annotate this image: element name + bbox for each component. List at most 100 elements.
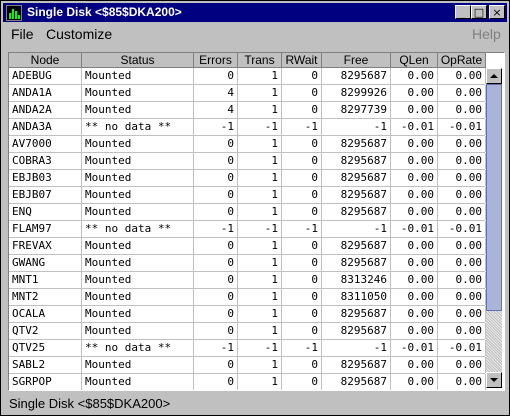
cell-node: FLAM97 <box>9 221 82 237</box>
cell-trans: 1 <box>238 204 282 220</box>
maximize-button[interactable]: □ <box>471 5 487 19</box>
column-header-status[interactable]: Status <box>82 53 194 68</box>
cell-qlen: 0.00 <box>391 153 438 169</box>
cell-status: Mounted <box>82 187 194 203</box>
cell-trans: 1 <box>238 136 282 152</box>
cell-rwait: 0 <box>282 85 322 101</box>
table-row[interactable]: ADEBUG Mounted 0 1 0 8295687 0.00 0.00 <box>9 68 486 85</box>
cell-rwait: 0 <box>282 357 322 373</box>
scroll-down-button[interactable] <box>486 372 502 388</box>
cell-errors: 0 <box>194 187 238 203</box>
column-header-node[interactable]: Node <box>9 53 82 68</box>
cell-status: ** no data ** <box>82 340 194 356</box>
cell-oprate: 0.00 <box>438 68 486 84</box>
table-row[interactable]: QTV2 Mounted 0 1 0 8295687 0.00 0.00 <box>9 323 486 340</box>
cell-rwait: -1 <box>282 119 322 135</box>
table-row[interactable]: EBJB07 Mounted 0 1 0 8295687 0.00 0.00 <box>9 187 486 204</box>
menu-customize[interactable]: Customize <box>46 26 112 42</box>
column-header-qlen[interactable]: QLen <box>391 53 438 68</box>
cell-errors: 4 <box>194 102 238 118</box>
cell-trans: 1 <box>238 102 282 118</box>
table-row[interactable]: COBRA3 Mounted 0 1 0 8295687 0.00 0.00 <box>9 153 486 170</box>
table-body: ADEBUG Mounted 0 1 0 8295687 0.00 0.00 ANDA1A Mou… <box>9 68 486 390</box>
disk-table: Node Status Errors Trans RWait Free QLen OpRate… <box>8 52 505 391</box>
cell-node: ANDA1A <box>9 85 82 101</box>
cell-node: ADEBUG <box>9 68 82 84</box>
scroll-up-button[interactable] <box>486 68 502 84</box>
table-row[interactable]: MNT1 Mounted 0 1 0 8313246 0.00 0.00 <box>9 272 486 289</box>
cell-oprate: 0.00 <box>438 187 486 203</box>
cell-node: ANDA2A <box>9 102 82 118</box>
cell-rwait: 0 <box>282 204 322 220</box>
cell-qlen: 0.00 <box>391 170 438 186</box>
table-row[interactable]: EBJB03 Mounted 0 1 0 8295687 0.00 0.00 <box>9 170 486 187</box>
cell-oprate: 0.00 <box>438 85 486 101</box>
table-row[interactable]: MNT2 Mounted 0 1 0 8311050 0.00 0.00 <box>9 289 486 306</box>
cell-rwait: 0 <box>282 153 322 169</box>
cell-rwait: 0 <box>282 136 322 152</box>
application-window: Single Disk <$85$DKA200> _ □ × File Cust… <box>0 0 510 416</box>
column-header-errors[interactable]: Errors <box>194 53 238 68</box>
column-header-oprate[interactable]: OpRate <box>438 53 486 68</box>
cell-qlen: -0.01 <box>391 221 438 237</box>
table-row[interactable]: SABL2 Mounted 0 1 0 8295687 0.00 0.00 <box>9 357 486 374</box>
status-bar: Single Disk <$85$DKA200> <box>9 396 171 411</box>
table-row[interactable]: AV7000 Mounted 0 1 0 8295687 0.00 0.00 <box>9 136 486 153</box>
table-row[interactable]: FLAM97 ** no data ** -1 -1 -1 -1 -0.01 -0.01 <box>9 221 486 238</box>
cell-node: SABL2 <box>9 357 82 373</box>
cell-qlen: 0.00 <box>391 102 438 118</box>
scroll-thumb[interactable] <box>486 84 502 311</box>
cell-free: 8295687 <box>322 204 391 220</box>
minimize-button[interactable]: _ <box>455 5 471 19</box>
table-row[interactable]: ANDA3A ** no data ** -1 -1 -1 -1 -0.01 -0.01 <box>9 119 486 136</box>
cell-oprate: 0.00 <box>438 255 486 271</box>
cell-qlen: 0.00 <box>391 204 438 220</box>
menu-help[interactable]: Help <box>472 26 501 42</box>
column-header-free[interactable]: Free <box>322 53 391 68</box>
table-row[interactable]: SGRPOP Mounted 0 1 0 8295687 0.00 0.00 <box>9 374 486 390</box>
table-row[interactable]: ENQ Mounted 0 1 0 8295687 0.00 0.00 <box>9 204 486 221</box>
bar-chart-icon[interactable] <box>6 5 22 21</box>
cell-errors: 4 <box>194 85 238 101</box>
cell-qlen: 0.00 <box>391 272 438 288</box>
cell-oprate: 0.00 <box>438 238 486 254</box>
cell-free: 8295687 <box>322 187 391 203</box>
cell-qlen: 0.00 <box>391 374 438 390</box>
cell-errors: 0 <box>194 357 238 373</box>
table-row[interactable]: ANDA2A Mounted 4 1 0 8297739 0.00 0.00 <box>9 102 486 119</box>
close-button[interactable]: × <box>489 5 505 19</box>
cell-node: EBJB03 <box>9 170 82 186</box>
cell-errors: 0 <box>194 153 238 169</box>
cell-status: Mounted <box>82 289 194 305</box>
cell-errors: 0 <box>194 136 238 152</box>
table-row[interactable]: QTV25 ** no data ** -1 -1 -1 -1 -0.01 -0.01 <box>9 340 486 357</box>
cell-errors: -1 <box>194 221 238 237</box>
cell-oprate: -0.01 <box>438 119 486 135</box>
cell-free: 8295687 <box>322 357 391 373</box>
table-row[interactable]: OCALA Mounted 0 1 0 8295687 0.00 0.00 <box>9 306 486 323</box>
table-row[interactable]: GWANG Mounted 0 1 0 8295687 0.00 0.00 <box>9 255 486 272</box>
cell-rwait: -1 <box>282 221 322 237</box>
cell-rwait: 0 <box>282 68 322 84</box>
cell-errors: 0 <box>194 204 238 220</box>
cell-errors: -1 <box>194 119 238 135</box>
cell-status: Mounted <box>82 374 194 390</box>
table-row[interactable]: ANDA1A Mounted 4 1 0 8299926 0.00 0.00 <box>9 85 486 102</box>
cell-free: 8295687 <box>322 374 391 390</box>
cell-status: Mounted <box>82 204 194 220</box>
menu-file[interactable]: File <box>11 26 34 42</box>
cell-qlen: 0.00 <box>391 357 438 373</box>
vertical-scrollbar[interactable] <box>486 68 502 388</box>
column-header-trans[interactable]: Trans <box>238 53 282 68</box>
cell-qlen: -0.01 <box>391 340 438 356</box>
cell-trans: -1 <box>238 340 282 356</box>
cell-node: SGRPOP <box>9 374 82 390</box>
cell-trans: 1 <box>238 68 282 84</box>
cell-trans: 1 <box>238 272 282 288</box>
cell-node: MNT2 <box>9 289 82 305</box>
column-header-rwait[interactable]: RWait <box>282 53 322 68</box>
table-row[interactable]: FREVAX Mounted 0 1 0 8295687 0.00 0.00 <box>9 238 486 255</box>
cell-free: 8295687 <box>322 170 391 186</box>
cell-status: Mounted <box>82 272 194 288</box>
title-bar[interactable]: Single Disk <$85$DKA200> _ □ × <box>3 3 507 22</box>
